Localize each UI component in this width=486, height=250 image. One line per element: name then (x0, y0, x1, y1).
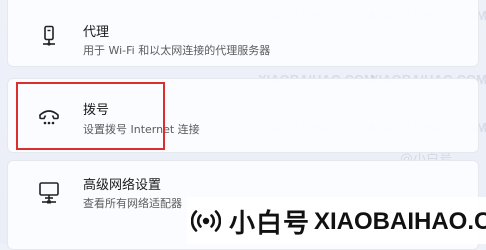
watermark-logo-cn: 小白号 (229, 209, 311, 239)
settings-item-description: 设置拨号 Internet 连接 (83, 123, 200, 136)
proxy-icon (36, 24, 62, 50)
settings-item-dialup[interactable]: 拨号 设置拨号 Internet 连接 (7, 78, 479, 153)
desktop-network-icon (36, 180, 62, 206)
settings-item-proxy[interactable]: 代理 用于 Wi-Fi 和以太网连接的代理服务器 (7, 0, 479, 67)
watermark-logo: 小白号 XIAOBAIHAO.COM (187, 197, 486, 244)
signal-icon (190, 208, 222, 234)
settings-item-description: 用于 Wi-Fi 和以太网连接的代理服务器 (83, 44, 271, 57)
settings-item-description: 查看所有网络适配器 (83, 197, 182, 210)
settings-item-title: 代理 (83, 25, 110, 40)
dialup-icon (36, 103, 62, 129)
settings-item-title: 高级网络设置 (83, 178, 162, 193)
watermark-logo-en: XIAOBAIHAO.COM (314, 208, 486, 235)
settings-item-title: 拨号 (83, 103, 110, 118)
